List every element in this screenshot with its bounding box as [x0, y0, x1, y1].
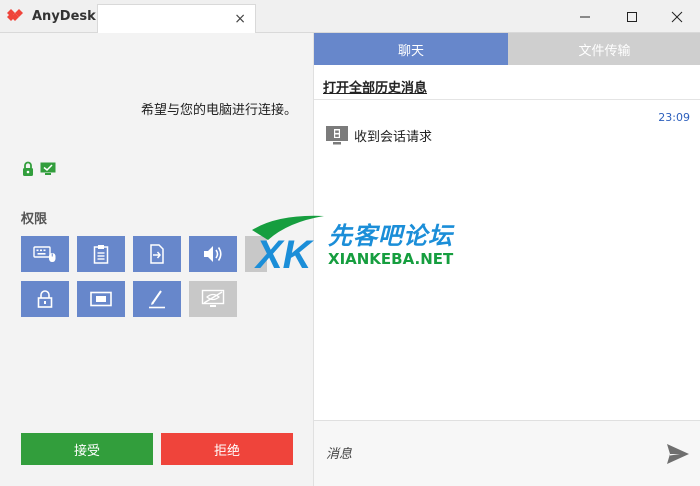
- keyboard-mouse-icon: [33, 246, 56, 262]
- svg-text:XK: XK: [254, 233, 315, 274]
- draw-icon: [149, 290, 165, 309]
- lock-status-icon: [23, 161, 33, 176]
- close-icon: [671, 11, 683, 22]
- permissions-title: 权限: [21, 212, 48, 227]
- tab-file-transfer[interactable]: 文件传输: [508, 33, 700, 65]
- maximize-icon: [627, 11, 637, 22]
- tab-close-icon[interactable]: ×: [234, 11, 246, 27]
- privacy-screen-icon: [201, 289, 225, 307]
- lock-icon: [37, 290, 53, 308]
- tab-chat[interactable]: 聊天: [314, 33, 508, 65]
- title-bar: AnyDesk ×: [0, 0, 700, 34]
- accept-button[interactable]: 接受: [21, 433, 153, 465]
- close-window-button[interactable]: [654, 0, 700, 33]
- app-title: AnyDesk: [32, 9, 96, 24]
- remote-computer-icon: [326, 126, 348, 145]
- reject-button[interactable]: 拒绝: [161, 433, 293, 465]
- message-timestamp: 23:09: [658, 111, 690, 124]
- permission-lock-button[interactable]: [21, 281, 69, 317]
- permission-camera-button[interactable]: [77, 281, 125, 317]
- watermark-text-cn: 先客吧论坛: [328, 222, 453, 250]
- clipboard-icon: [93, 245, 109, 264]
- permission-privacy-screen-button[interactable]: [189, 281, 237, 317]
- watermark-logo-icon: XK: [252, 215, 324, 274]
- chat-message: 收到会话请求: [354, 130, 433, 145]
- camera-icon: [90, 291, 112, 307]
- message-input[interactable]: [326, 442, 646, 466]
- sound-icon: [204, 246, 222, 262]
- request-message: 希望与您的电脑进行连接。: [141, 103, 298, 118]
- send-icon[interactable]: [666, 442, 690, 466]
- monitor-check-icon: [40, 162, 56, 175]
- permission-file-transfer-button[interactable]: [133, 236, 181, 272]
- session-status: [22, 161, 56, 177]
- anydesk-logo-icon: [7, 9, 23, 21]
- permission-keyboard-mouse-button[interactable]: [21, 236, 69, 272]
- permission-sound-button[interactable]: [189, 236, 237, 272]
- maximize-button[interactable]: [609, 0, 655, 33]
- minimize-icon: [580, 16, 590, 17]
- minimize-button[interactable]: [562, 0, 608, 33]
- watermark: XK 先客吧论坛 XIANKEBA.NET: [248, 210, 458, 274]
- watermark-text-en: XIANKEBA.NET: [328, 250, 454, 268]
- permission-clipboard-button[interactable]: [77, 236, 125, 272]
- message-composer: [314, 420, 700, 486]
- permission-draw-button[interactable]: [133, 281, 181, 317]
- file-transfer-icon: [150, 244, 164, 264]
- divider: [314, 99, 700, 100]
- open-history-link[interactable]: 打开全部历史消息: [323, 77, 427, 96]
- session-tab[interactable]: ×: [97, 4, 256, 34]
